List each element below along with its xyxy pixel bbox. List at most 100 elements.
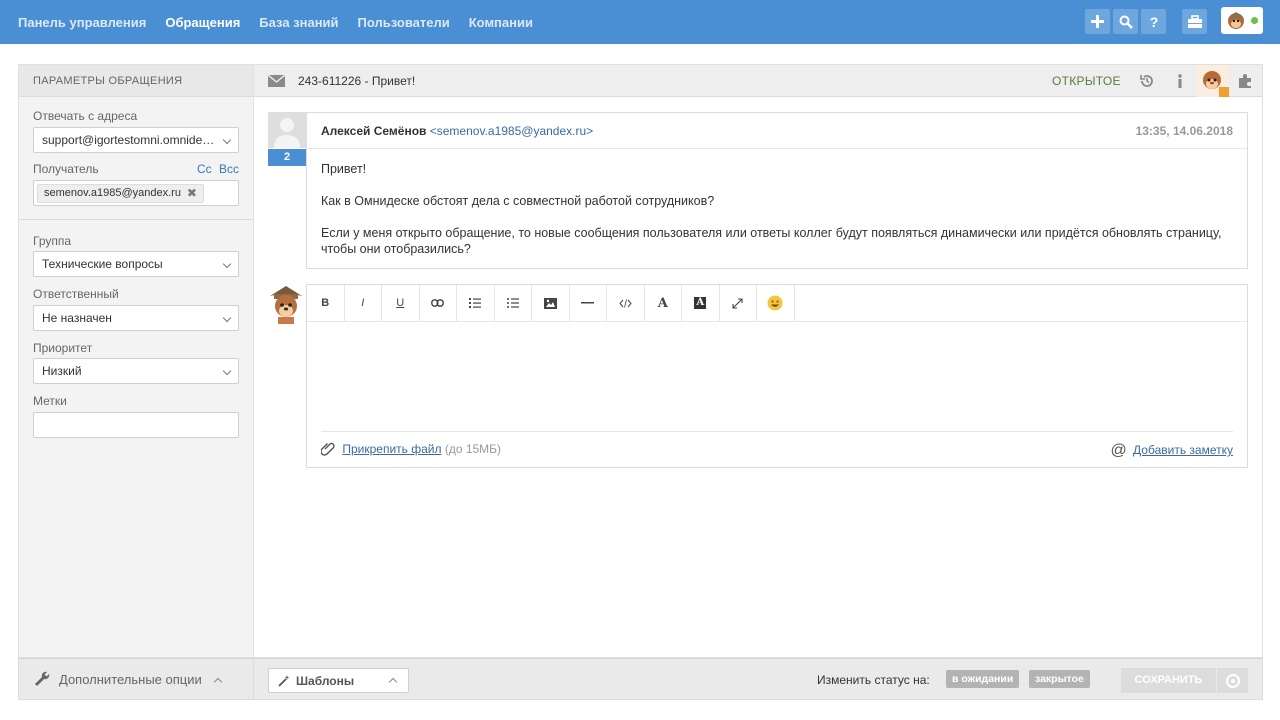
chevron-down-icon (222, 313, 232, 323)
person-icon (274, 118, 300, 148)
chevron-down-icon (222, 259, 232, 269)
code-button[interactable] (607, 285, 645, 321)
emoji-button[interactable] (757, 285, 795, 321)
chevron-up-icon (388, 677, 398, 687)
bcc-link[interactable]: Bcc (219, 162, 239, 176)
templates-label: Шаблоны (296, 674, 355, 688)
plugin-icon[interactable] (1237, 73, 1253, 89)
reply-from-value: support@igortestomni.omnidesk.ru (42, 133, 218, 147)
ticket-status: ОТКРЫТОЕ (1052, 74, 1121, 88)
ordered-list-button[interactable] (457, 285, 495, 321)
tools-button[interactable] (1182, 9, 1207, 34)
search-button[interactable] (1113, 9, 1138, 34)
sender-email[interactable]: <semenov.a1985@yandex.ru> (430, 124, 593, 138)
reply-textarea[interactable] (307, 322, 1247, 431)
add-button[interactable] (1085, 9, 1110, 34)
save-button[interactable]: СОХРАНИТЬ (1121, 668, 1216, 693)
cc-link[interactable]: Cc (197, 162, 212, 176)
main-nav: Панель управления Обращения База знаний … (18, 0, 552, 44)
message-count-badge: 2 (268, 149, 306, 166)
background-color-button[interactable]: A (682, 285, 720, 321)
main-footer: Шаблоны Изменить статус на: в ожидании з… (254, 658, 1263, 700)
smile-icon (767, 295, 783, 311)
user-menu-button[interactable] (1221, 7, 1263, 34)
briefcase-icon (1187, 14, 1202, 28)
question-icon: ? (1149, 15, 1158, 29)
nav-dashboard[interactable]: Панель управления (18, 15, 146, 30)
info-icon[interactable] (1175, 73, 1185, 89)
bold-button[interactable]: B (307, 285, 345, 321)
nav-tickets[interactable]: Обращения (165, 15, 240, 30)
message-time: 13:35, 14.06.2018 (1135, 124, 1233, 138)
priority-value: Низкий (42, 364, 82, 378)
message-header: Алексей Семёнов <semenov.a1985@yandex.ru… (307, 113, 1247, 149)
history-icon[interactable] (1139, 73, 1155, 89)
reply-editor: B I U A A Прикрепить файл (до 15МБ) @ До… (306, 284, 1248, 468)
status-pending-button[interactable]: в ожидании (946, 670, 1020, 688)
ticket-subject: 243-611226 - Привет! (298, 74, 416, 88)
priority-label: Приоритет (33, 341, 93, 355)
magic-wand-icon (278, 675, 290, 687)
paperclip-icon (320, 442, 335, 456)
wrench-icon (35, 671, 50, 686)
link-button[interactable] (420, 285, 457, 321)
fullscreen-button[interactable] (720, 285, 757, 321)
divider (19, 219, 253, 220)
at-icon: @ (1110, 442, 1127, 459)
bullet-list-button[interactable] (495, 285, 532, 321)
add-note-link[interactable]: Добавить заметку (1133, 443, 1233, 457)
reply-from-select[interactable]: support@igortestomni.omnidesk.ru (33, 127, 239, 153)
message-card: Алексей Семёнов <semenov.a1985@yandex.ru… (306, 112, 1248, 269)
templates-dropdown[interactable]: Шаблоны (268, 668, 409, 693)
recipient-tag: semenov.a1985@yandex.ru ✖ (37, 184, 204, 203)
my-avatar-icon (270, 286, 302, 324)
change-status-label: Изменить статус на: (817, 673, 930, 687)
code-icon (619, 298, 632, 308)
help-button[interactable]: ? (1141, 9, 1166, 34)
font-color-button[interactable]: A (645, 285, 682, 321)
recipient-label: Получатель (33, 162, 99, 176)
save-options-button[interactable] (1217, 668, 1248, 693)
add-note: @ Добавить заметку (1110, 442, 1233, 460)
attach-file: Прикрепить файл (до 15МБ) (320, 442, 502, 456)
attach-size-limit: (до 15МБ) (444, 442, 502, 456)
link-icon (431, 299, 445, 307)
attach-file-link[interactable]: Прикрепить файл (342, 442, 441, 456)
top-navigation-bar: Панель управления Обращения База знаний … (0, 0, 1280, 44)
group-label: Группа (33, 234, 72, 248)
nav-companies[interactable]: Компании (469, 15, 533, 30)
image-icon (543, 297, 557, 309)
chevron-up-icon (214, 677, 223, 687)
assignee-label: Ответственный (33, 287, 119, 301)
status-closed-button[interactable]: закрытое (1029, 670, 1090, 688)
more-options-label: Дополнительные опции (59, 672, 202, 687)
expand-icon (732, 297, 743, 309)
panel-title: ПАРАМЕТРЫ ОБРАЩЕНИЯ (19, 65, 253, 97)
recipient-field[interactable]: semenov.a1985@yandex.ru ✖ (33, 180, 239, 206)
underline-button[interactable]: U (382, 285, 420, 321)
nav-users[interactable]: Пользователи (358, 15, 450, 30)
ticket-parameters-panel: ПАРАМЕТРЫ ОБРАЩЕНИЯ Отвечать с адреса su… (18, 64, 254, 658)
plus-icon (1091, 15, 1104, 28)
message-body: Привет! Как в Омнидеске обстоят дела с с… (321, 161, 1231, 273)
left-footer: Дополнительные опции (18, 658, 254, 700)
insert-image-button[interactable] (532, 285, 570, 321)
assignee-avatar-icon[interactable] (1197, 65, 1229, 97)
editor-footer: Прикрепить файл (до 15МБ) @ Добавить зам… (320, 431, 1233, 467)
priority-select[interactable]: Низкий (33, 358, 239, 384)
horizontal-rule-button[interactable] (570, 285, 607, 321)
search-icon (1119, 15, 1133, 29)
italic-button[interactable]: I (345, 285, 382, 321)
message-paragraph: Как в Омнидеске обстоят дела с совместно… (321, 194, 715, 208)
assignee-select[interactable]: Не назначен (33, 305, 239, 331)
nav-knowledge-base[interactable]: База знаний (259, 15, 338, 30)
group-select[interactable]: Технические вопросы (33, 251, 239, 277)
more-options-toggle[interactable]: Дополнительные опции (59, 672, 223, 687)
remove-recipient-icon[interactable]: ✖ (187, 185, 197, 202)
sender-name: Алексей Семёнов (321, 124, 427, 138)
tags-input[interactable] (33, 412, 239, 438)
message-paragraph: Если у меня открыто обращение, то новые … (321, 226, 1222, 256)
group-value: Технические вопросы (42, 257, 163, 271)
reply-from-label: Отвечать с адреса (33, 109, 138, 123)
user-avatar-icon (1228, 12, 1244, 29)
